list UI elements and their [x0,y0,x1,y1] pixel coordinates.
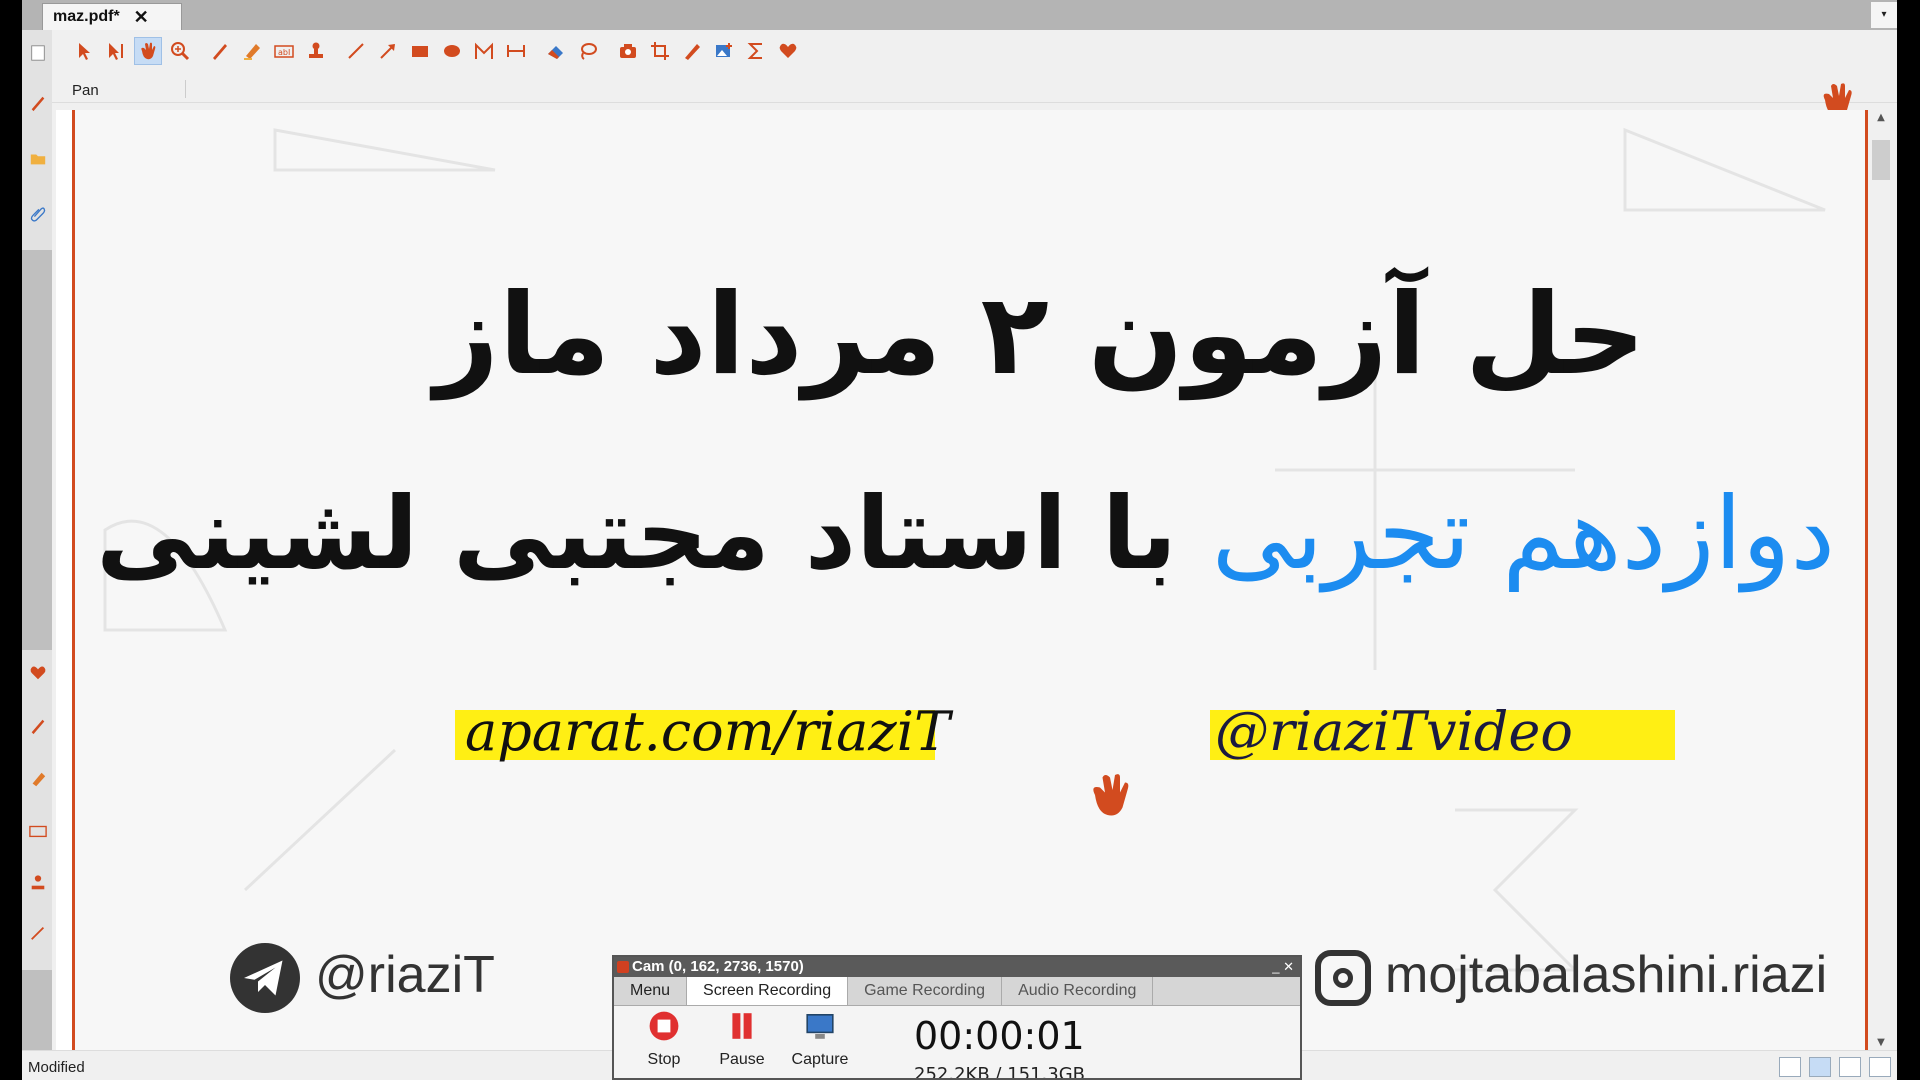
pencil-icon[interactable] [27,715,49,737]
left-black-border [0,0,22,1080]
lasso-icon[interactable] [574,37,602,65]
telegram-icon [230,943,300,1013]
scroll-up-icon[interactable]: ▲ [1868,112,1894,123]
recorder-tabs: Menu Screen Recording Game Recording Aud… [614,977,1300,1006]
measure-icon[interactable] [502,37,530,65]
pencil-icon[interactable] [206,37,234,65]
pen-icon[interactable] [27,92,49,114]
recorder-tab-menu[interactable]: Menu [614,977,688,1005]
document-area[interactable]: حل آزمون ۲ مرداد ماز دوازدهم تجربی با اس… [56,110,1894,1050]
pause-icon [732,1013,752,1039]
stop-icon [649,1011,679,1041]
aparat-link-text: aparat.com/riaziT [465,700,950,763]
recording-size: 252.2KB / 151.3GB [914,1064,1086,1080]
line-icon[interactable] [342,37,370,65]
subtitle: دوازدهم تجربی با استاد مجتبی لشینی [96,475,1835,592]
highlighter-icon[interactable] [238,37,266,65]
sigma-icon[interactable] [742,37,770,65]
stamp-icon[interactable] [302,37,330,65]
textbox-icon[interactable] [27,820,49,842]
ellipse-icon[interactable] [438,37,466,65]
main-title: حل آزمون ۲ مرداد ماز [434,270,1646,400]
pan-cursor-icon [1093,774,1129,816]
recorder-title: Cam (0, 162, 2736, 1570) [632,958,804,975]
scroll-down-icon[interactable]: ▼ [1868,1037,1894,1048]
recorder-body: Stop Pause Capture 00:00:01 252.2KB / 15… [614,1006,1300,1080]
recorder-tab-audio[interactable]: Audio Recording [1002,977,1154,1005]
pause-label: Pause [719,1051,765,1068]
subtitle-blue-part: دوازدهم تجربی [1211,475,1835,592]
paperclip-icon[interactable] [27,202,49,224]
stamp-icon[interactable] [27,872,49,894]
zoom-icon[interactable] [166,37,194,65]
document-tab[interactable]: maz.pdf* ✕ [42,3,182,30]
pause-button[interactable]: Pause [712,1010,772,1069]
left-sidebar [22,30,52,1050]
single-page-view-icon[interactable] [1779,1057,1801,1077]
instagram-icon [1315,950,1371,1006]
instagram-handle: mojtabalashini.riazi [1385,946,1828,1004]
recorder-titlebar[interactable]: Cam (0, 162, 2736, 1570) _ ✕ [614,957,1300,977]
highlighter-icon[interactable] [27,768,49,790]
svg-text:abI: abI [278,48,290,57]
recording-timer: 00:00:01 [914,1014,1085,1058]
scroll-thumb[interactable] [1872,140,1890,180]
favorites-heart-icon[interactable] [774,37,802,65]
polygon-icon[interactable] [470,37,498,65]
pdf-editor-window: maz.pdf* ✕ ▾ abI Pan حل آزمون ۲ مرداد ما… [22,0,1897,1080]
facing-view-icon[interactable] [1839,1057,1861,1077]
right-black-border [1897,0,1920,1080]
tab-bar: maz.pdf* ✕ ▾ [22,0,1897,30]
current-tool-label: Pan [72,82,99,99]
eraser-icon[interactable] [542,37,570,65]
crop-icon[interactable] [646,37,674,65]
rectangle-icon[interactable] [406,37,434,65]
recorder-tab-game[interactable]: Game Recording [848,977,1003,1005]
textbox-icon[interactable]: abI [270,37,298,65]
pan-hand-icon[interactable] [134,37,162,65]
continuous-view-icon[interactable] [1809,1057,1831,1077]
recorder-window-controls[interactable]: _ ✕ [1272,957,1294,977]
continuous-facing-view-icon[interactable] [1869,1057,1891,1077]
stop-label: Stop [647,1051,681,1068]
toolbar: abI Pan [22,30,1897,117]
select-arrow-icon[interactable] [70,37,98,65]
document-tab-label: maz.pdf* [53,8,120,25]
subtitle-dark-part: با استاد مجتبی لشینی [96,475,1177,592]
view-mode-buttons [1771,1057,1891,1077]
tool-row: abI [70,36,806,66]
vertical-scrollbar[interactable]: ▲ ▼ [1868,110,1894,1050]
tab-list-menu-button[interactable]: ▾ [1871,2,1897,28]
recorder-tab-screen[interactable]: Screen Recording [687,977,849,1005]
telegram-handle: @riaziT [315,946,495,1004]
snapshot-icon[interactable] [614,37,642,65]
status-text: Modified [28,1059,85,1076]
pdf-page[interactable]: حل آزمون ۲ مرداد ماز دوازدهم تجربی با اس… [72,110,1868,1050]
recorder-logo-icon [617,961,629,973]
capture-label: Capture [791,1051,849,1068]
handle-text: @riaziTvideo [1215,700,1573,763]
page-icon[interactable] [27,42,49,64]
heart-icon[interactable] [27,662,49,684]
arrow-icon[interactable] [27,922,49,944]
recorder-window: Cam (0, 162, 2736, 1570) _ ✕ Menu Screen… [612,955,1302,1080]
folder-icon[interactable] [27,148,49,170]
capture-button[interactable]: Capture [790,1010,850,1069]
insert-image-icon[interactable] [710,37,738,65]
sidebar-bottom-gap [22,970,52,1050]
ruler-pen-icon[interactable] [678,37,706,65]
arrow-icon[interactable] [374,37,402,65]
toolbar-divider [185,80,186,98]
select-text-icon[interactable] [102,37,130,65]
sidebar-panel-gap [22,250,52,650]
close-tab-icon[interactable]: ✕ [134,7,149,28]
stop-button[interactable]: Stop [634,1010,694,1069]
monitor-icon [806,1014,834,1039]
